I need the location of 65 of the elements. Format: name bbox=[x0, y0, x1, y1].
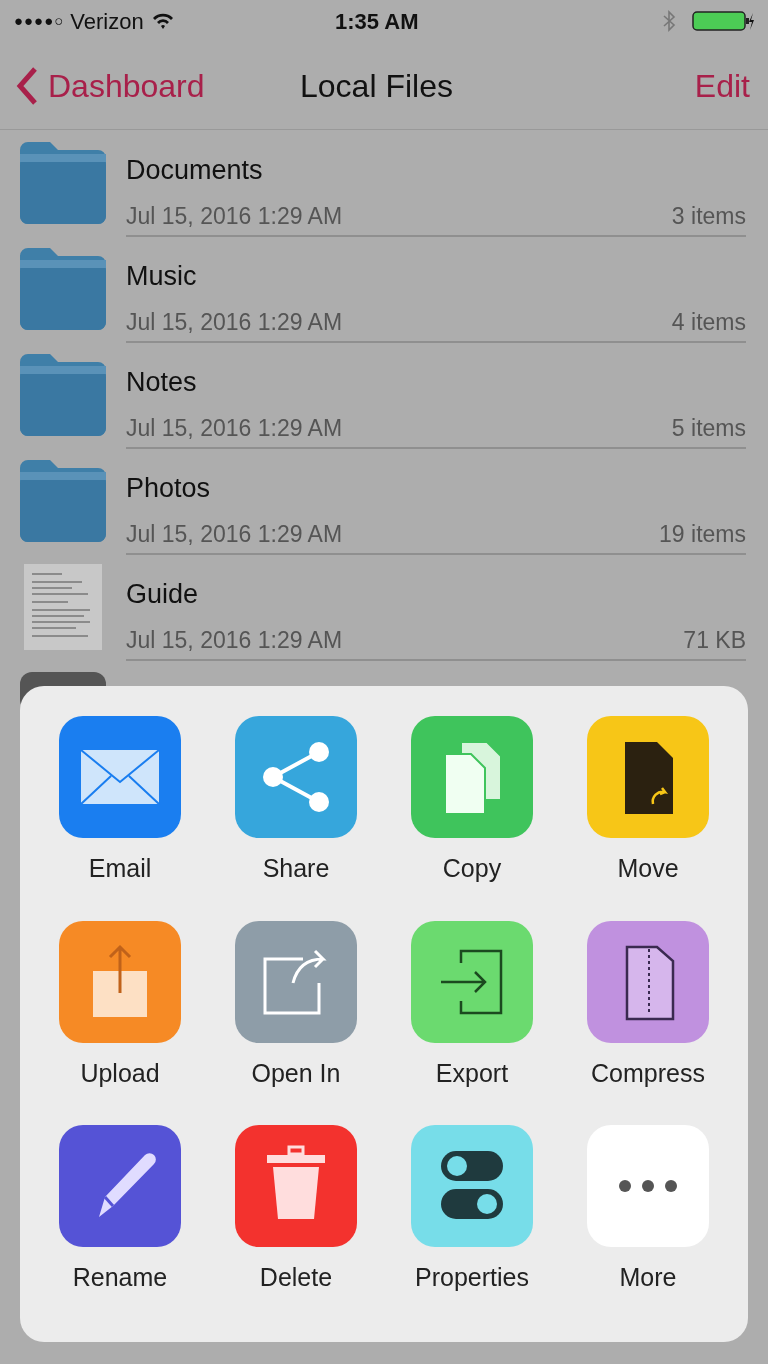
delete-action-button[interactable] bbox=[235, 1125, 357, 1247]
envelope-icon bbox=[80, 749, 160, 805]
more-icon bbox=[619, 1180, 677, 1192]
file-date: Jul 15, 2016 1:29 AM bbox=[126, 307, 343, 337]
share-icon bbox=[263, 742, 329, 812]
openin-action-button[interactable] bbox=[235, 920, 357, 1043]
file-name: Documents bbox=[126, 154, 264, 187]
action-label: Upload bbox=[80, 1057, 160, 1089]
copy-action-button[interactable] bbox=[411, 716, 533, 838]
file-size: 3 items bbox=[671, 201, 746, 231]
file-size: 4 items bbox=[671, 307, 746, 337]
share-action-button[interactable] bbox=[235, 716, 357, 838]
folder-icon bbox=[20, 352, 106, 438]
more-action-button[interactable] bbox=[587, 1125, 709, 1247]
file-size: 19 items bbox=[659, 519, 746, 549]
toggles-icon bbox=[441, 1151, 503, 1219]
file-size: 71 KB bbox=[683, 625, 746, 655]
edit-button[interactable]: Edit bbox=[694, 61, 752, 110]
back-button[interactable]: Dashboard bbox=[16, 61, 205, 110]
move-action-button[interactable] bbox=[587, 716, 709, 838]
email-action-button[interactable] bbox=[59, 716, 181, 838]
compress-action-button[interactable] bbox=[587, 920, 709, 1043]
file-name: Music bbox=[126, 260, 198, 293]
zip-file-icon bbox=[625, 945, 675, 1020]
export-icon bbox=[439, 949, 503, 1014]
rename-action-button[interactable] bbox=[59, 1125, 181, 1247]
document-arrow-icon bbox=[625, 742, 673, 814]
action-label: Share bbox=[262, 853, 330, 884]
action-label: Delete bbox=[259, 1262, 333, 1293]
documents-icon bbox=[444, 741, 502, 815]
file-date: Jul 15, 2016 1:29 AM bbox=[126, 413, 343, 443]
file-name: Guide bbox=[126, 578, 200, 611]
status-time: 1:35 AM bbox=[335, 7, 419, 36]
back-chevron-icon bbox=[16, 65, 38, 106]
file-name: Photos bbox=[126, 472, 212, 505]
signal-strength: ●●●●○ bbox=[14, 10, 65, 31]
action-label: Open In bbox=[251, 1057, 341, 1089]
battery-icon bbox=[692, 10, 754, 32]
wifi-icon bbox=[151, 12, 174, 30]
upload-action-button[interactable] bbox=[59, 920, 181, 1043]
trash-icon bbox=[267, 1145, 325, 1219]
action-label: Compress bbox=[591, 1057, 705, 1089]
carrier-name: Verizon bbox=[70, 7, 144, 36]
action-label: Copy bbox=[442, 853, 502, 884]
nav-title: Local Files bbox=[300, 66, 453, 106]
file-date: Jul 15, 2016 1:29 AM bbox=[126, 519, 343, 549]
file-size: 5 items bbox=[671, 413, 746, 443]
folder-icon bbox=[20, 458, 106, 544]
upload-icon bbox=[93, 944, 147, 1017]
file-name: Notes bbox=[126, 366, 198, 399]
folder-icon bbox=[20, 246, 106, 332]
folder-icon bbox=[20, 140, 106, 226]
properties-action-button[interactable] bbox=[411, 1125, 533, 1247]
pencil-icon bbox=[99, 1153, 156, 1217]
action-label: Export bbox=[435, 1057, 509, 1089]
bluetooth-icon bbox=[662, 10, 676, 32]
action-label: More bbox=[619, 1262, 677, 1293]
file-date: Jul 15, 2016 1:29 AM bbox=[126, 625, 343, 655]
action-label: Properties bbox=[415, 1262, 529, 1293]
export-action-button[interactable] bbox=[411, 920, 533, 1043]
open-in-icon bbox=[263, 949, 325, 1014]
action-label: Move bbox=[617, 853, 679, 884]
action-label: Rename bbox=[72, 1262, 168, 1293]
action-label: Email bbox=[88, 853, 152, 884]
file-date: Jul 15, 2016 1:29 AM bbox=[126, 201, 343, 231]
